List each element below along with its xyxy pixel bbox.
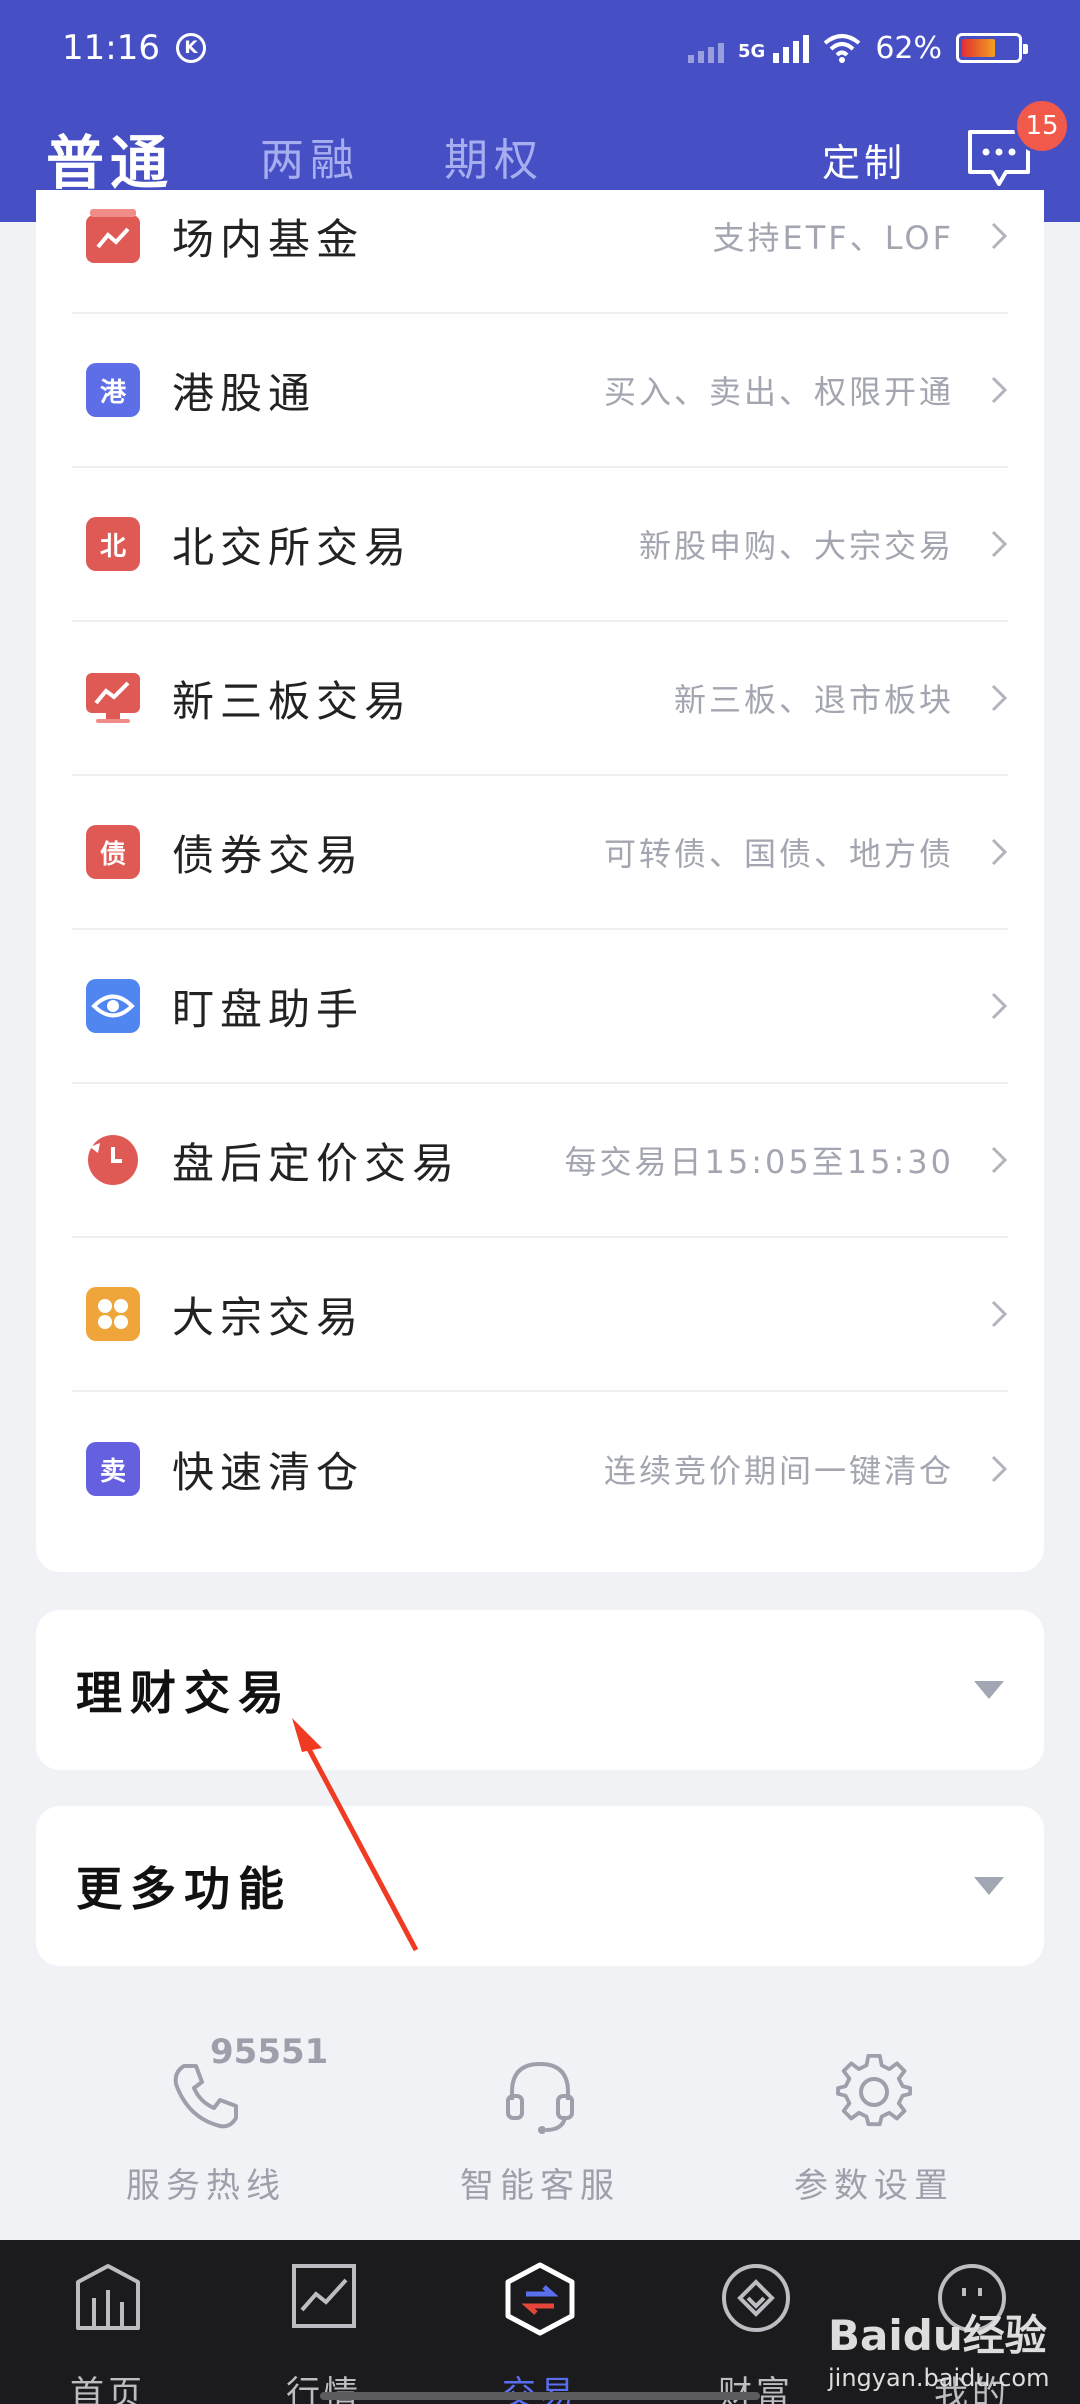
status-bar: 11:16 K 5G 62% bbox=[0, 0, 1080, 96]
hotline-number: 95551 bbox=[210, 2032, 329, 2072]
list-item-bond[interactable]: 债债券交易 可转债、国债、地方债 bbox=[72, 776, 1008, 930]
settings-button[interactable]: 参数设置 bbox=[724, 2030, 1024, 2206]
list-item-title: 港股通 bbox=[172, 368, 317, 418]
chevron-right-icon bbox=[991, 530, 1008, 558]
chevron-right-icon bbox=[991, 376, 1008, 404]
list-item-neeq-trend[interactable]: 新三板交易 新三板、退市板块 bbox=[72, 622, 1008, 776]
chevron-right-icon bbox=[991, 838, 1008, 866]
chevron-right-icon bbox=[991, 684, 1008, 712]
headset-icon bbox=[506, 2061, 574, 2134]
list-item-desc: 新股申购、大宗交易 bbox=[638, 527, 954, 565]
battery-percent: 62% bbox=[875, 30, 942, 66]
gear-icon bbox=[836, 2053, 913, 2127]
baidu-watermark: Baidu经验 jingyan.baidu.com bbox=[828, 2302, 1076, 2402]
chevron-right-icon bbox=[991, 1455, 1008, 1483]
trade-icon bbox=[505, 2262, 575, 2336]
tabbar-home[interactable]: 首页 bbox=[38, 2262, 178, 2404]
chevron-right-icon bbox=[991, 222, 1008, 250]
expand-triangle-icon bbox=[974, 1877, 1004, 1895]
list-item-desc: 可转债、国债、地方债 bbox=[603, 835, 954, 873]
list-item-title: 大宗交易 bbox=[172, 1292, 365, 1342]
section-wealth-trading[interactable]: 理财交易 bbox=[36, 1610, 1044, 1770]
list-item-desc: 每交易日15:05至15:30 bbox=[564, 1143, 954, 1181]
service-shortcuts: 服务热线 智能客服 参数设置 bbox=[0, 2030, 1080, 2220]
eye-icon bbox=[86, 979, 140, 1033]
signal-weak-icon bbox=[688, 33, 724, 63]
network-type: 5G bbox=[738, 40, 766, 62]
section-title: 更多功能 bbox=[76, 1862, 292, 1916]
expand-triangle-icon bbox=[974, 1681, 1004, 1699]
chevron-right-icon bbox=[991, 992, 1008, 1020]
trade-function-list: 场内基金 支持ETF、LOF 港港股通 买入、卖出、权限开通北北交所交易 新股申购、大宗… bbox=[36, 190, 1044, 1572]
message-count-badge: 15 bbox=[1014, 98, 1070, 154]
list-item-title: 盯盘助手 bbox=[172, 984, 365, 1034]
home-chart-icon bbox=[76, 2264, 140, 2330]
list-item-title: 债券交易 bbox=[172, 830, 365, 880]
hk-connect-icon: 港 bbox=[86, 363, 140, 417]
status-time: 11:16 bbox=[62, 28, 160, 68]
section-more-functions[interactable]: 更多功能 bbox=[36, 1806, 1044, 1966]
list-item-title: 场内基金 bbox=[172, 214, 365, 264]
list-item-desc: 新三板、退市板块 bbox=[673, 681, 954, 719]
wifi-icon bbox=[824, 34, 861, 63]
bond-icon: 债 bbox=[86, 825, 140, 879]
tabbar-market[interactable]: 行情 bbox=[254, 2262, 394, 2404]
list-item-hk-connect[interactable]: 港港股通 买入、卖出、权限开通 bbox=[72, 314, 1008, 468]
home-indicator bbox=[320, 2392, 760, 2400]
bse-icon: 北 bbox=[86, 517, 140, 571]
tabbar-trade[interactable]: 交易 bbox=[470, 2262, 610, 2404]
list-item-block-trade[interactable]: 大宗交易 bbox=[72, 1238, 1008, 1392]
list-item-fund-chart[interactable]: 场内基金 支持ETF、LOF bbox=[72, 160, 1008, 314]
list-item-title: 新三板交易 bbox=[172, 676, 413, 726]
list-item-title: 北交所交易 bbox=[172, 522, 413, 572]
tabbar-wealth[interactable]: 财富 bbox=[686, 2262, 826, 2404]
smart-service-button[interactable]: 智能客服 bbox=[390, 2030, 690, 2206]
battery-icon bbox=[956, 33, 1028, 63]
chevron-right-icon bbox=[991, 1146, 1008, 1174]
chevron-right-icon bbox=[991, 1300, 1008, 1328]
list-item-clock[interactable]: 盘后定价交易 每交易日15:05至15:30 bbox=[72, 1084, 1008, 1238]
list-item-desc: 买入、卖出、权限开通 bbox=[603, 373, 954, 411]
hotline-label: 服务热线 bbox=[126, 2166, 286, 2206]
fund-chart-icon bbox=[86, 209, 140, 263]
list-item-desc: 支持ETF、LOF bbox=[712, 219, 954, 257]
watermark-logo: Baidu经验 bbox=[828, 2311, 1047, 2360]
list-item-quick-sell[interactable]: 卖快速清仓 连续竞价期间一键清仓 bbox=[72, 1392, 1008, 1546]
signal-icon bbox=[773, 33, 810, 63]
list-item-title: 盘后定价交易 bbox=[172, 1138, 461, 1188]
list-item-bse[interactable]: 北北交所交易 新股申购、大宗交易 bbox=[72, 468, 1008, 622]
list-item-desc: 连续竞价期间一键清仓 bbox=[603, 1452, 954, 1490]
watermark-url: jingyan.baidu.com bbox=[828, 2364, 1050, 2392]
block-trade-icon bbox=[86, 1287, 140, 1341]
k-badge-icon: K bbox=[175, 33, 206, 63]
quick-sell-icon: 卖 bbox=[86, 1442, 140, 1496]
list-item-eye[interactable]: 盯盘助手 bbox=[72, 930, 1008, 1084]
smart-service-label: 智能客服 bbox=[460, 2166, 620, 2206]
wealth-icon bbox=[722, 2264, 790, 2332]
market-icon bbox=[292, 2264, 356, 2328]
neeq-trend-icon bbox=[86, 671, 140, 725]
settings-label: 参数设置 bbox=[794, 2166, 954, 2206]
tabbar-label: 首页 bbox=[70, 2374, 146, 2404]
list-item-title: 快速清仓 bbox=[172, 1447, 365, 1497]
section-title: 理财交易 bbox=[76, 1666, 292, 1720]
clock-icon bbox=[86, 1133, 140, 1187]
